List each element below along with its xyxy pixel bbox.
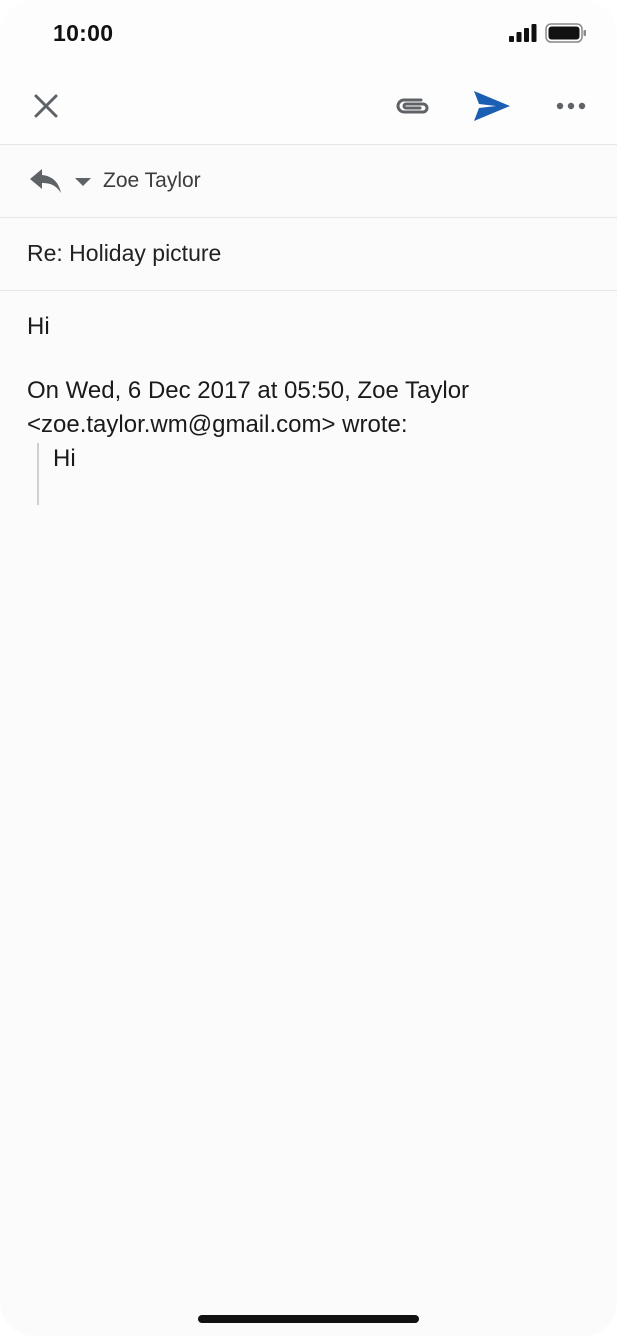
paperclip-icon — [396, 98, 429, 114]
send-button[interactable] — [470, 84, 514, 128]
recipient-name: Zoe Taylor — [103, 169, 201, 192]
subject-field[interactable]: Re: Holiday picture — [0, 218, 617, 291]
battery-icon — [545, 23, 586, 43]
caret-down-icon[interactable] — [74, 176, 92, 188]
quote-bar — [37, 443, 39, 505]
more-options-button[interactable] — [549, 84, 593, 128]
quote-header-line-2: <zoe.taylor.wm@gmail.com> wrote: — [27, 411, 408, 438]
close-button[interactable] — [24, 84, 68, 128]
cellular-signal-icon — [509, 24, 537, 42]
send-icon — [474, 91, 510, 121]
reply-recipient-row[interactable]: Zoe Taylor — [0, 145, 617, 218]
status-bar: 10:00 — [0, 0, 617, 64]
subject-text: Re: Holiday picture — [27, 240, 222, 266]
more-horizontal-icon — [556, 102, 586, 110]
compose-screen: 10:00 Zoe Taylor Re: Holiday picture Hi … — [0, 0, 617, 1336]
quote-header-line-1: On Wed, 6 Dec 2017 at 05:50, Zoe Taylor — [27, 377, 470, 404]
close-icon — [34, 94, 58, 118]
attach-button[interactable] — [391, 84, 435, 128]
message-body[interactable]: Hi On Wed, 6 Dec 2017 at 05:50, Zoe Tayl… — [0, 291, 617, 1291]
reply-icon[interactable] — [28, 165, 64, 197]
compose-toolbar — [0, 64, 617, 145]
home-indicator[interactable] — [198, 1315, 419, 1323]
quoted-text: Hi — [53, 445, 76, 472]
body-text: Hi — [27, 313, 50, 340]
status-time: 10:00 — [53, 20, 114, 46]
